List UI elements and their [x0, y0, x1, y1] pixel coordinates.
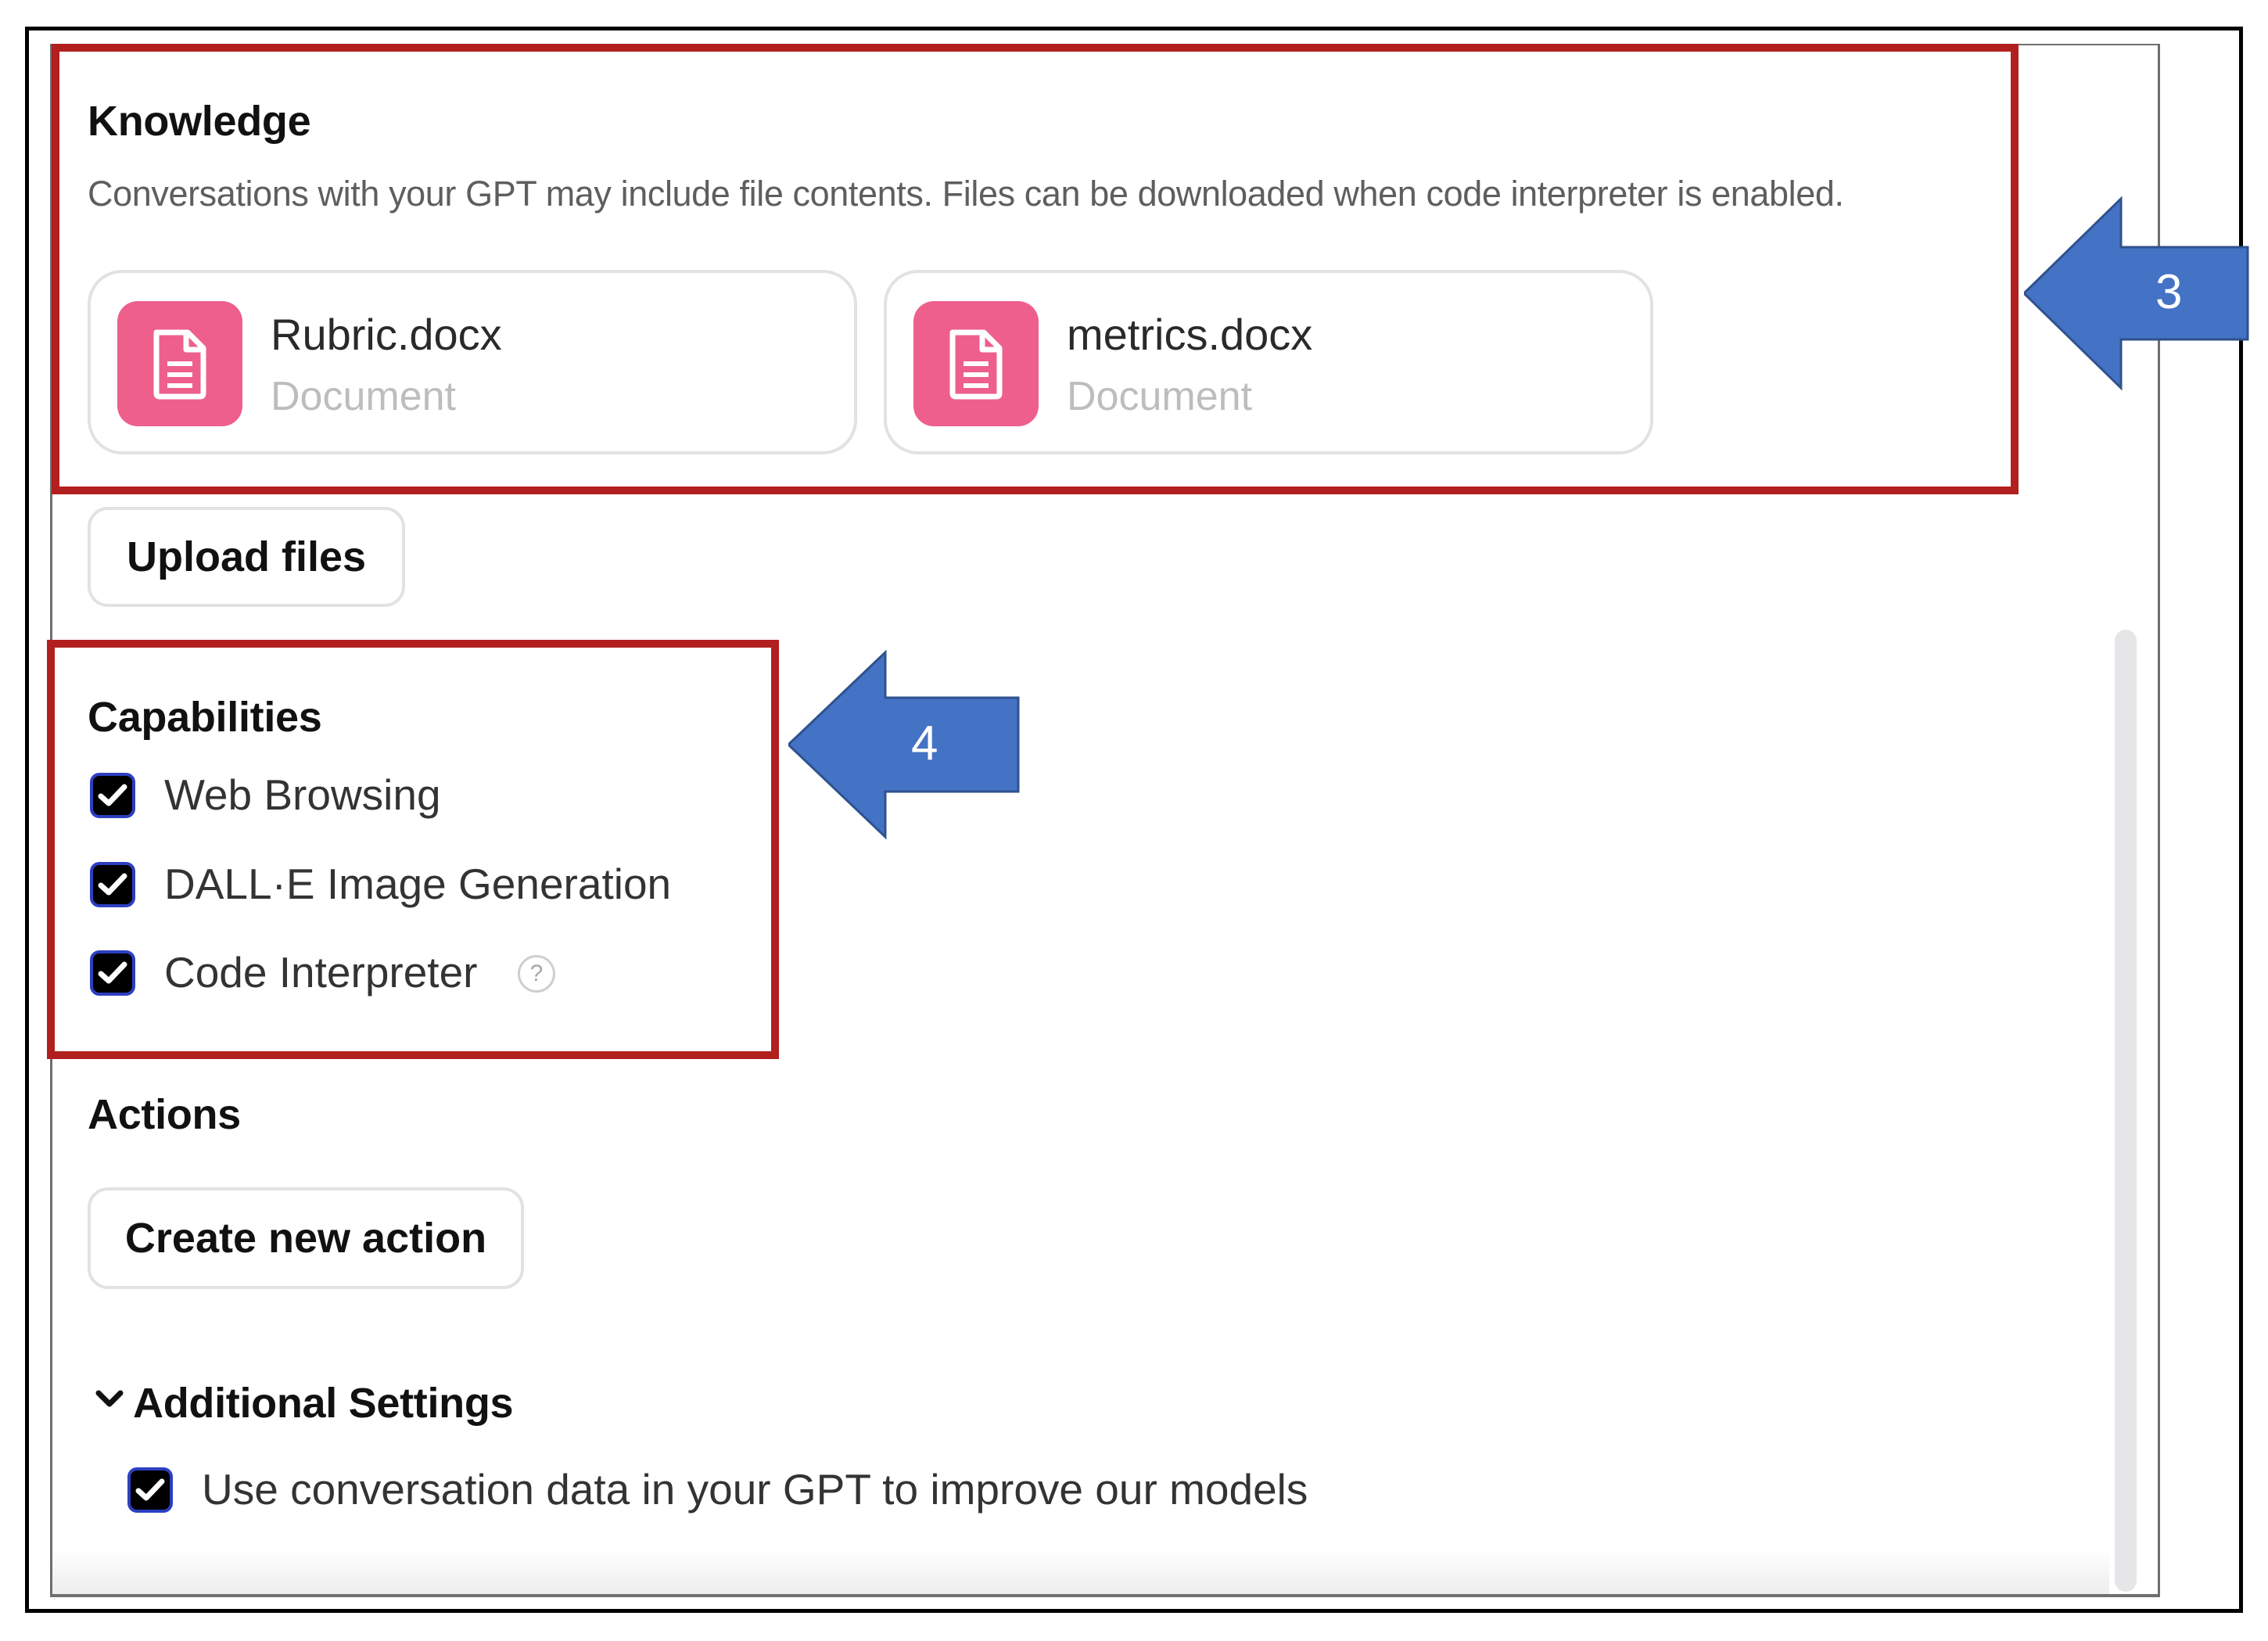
callout-number: 3: [2155, 265, 2183, 319]
chevron-down-icon: [94, 1387, 125, 1414]
callout-arrow-3: 3: [2022, 196, 2251, 391]
highlight-box-knowledge: [52, 44, 2019, 494]
callout-number: 4: [911, 716, 938, 770]
callout-arrow-4: 4: [786, 649, 1023, 841]
upload-files-button[interactable]: Upload files: [88, 507, 405, 607]
scrollbar[interactable]: [2115, 630, 2137, 1592]
setting-improve-models[interactable]: Use conversation data in your GPT to imp…: [127, 1465, 1308, 1514]
additional-settings-heading: Additional Settings: [133, 1380, 514, 1427]
highlight-box-capabilities: [47, 640, 779, 1059]
create-new-action-button[interactable]: Create new action: [88, 1187, 524, 1289]
checkbox-checked[interactable]: [127, 1467, 173, 1513]
bottom-fade: [52, 1549, 2109, 1594]
setting-label: Use conversation data in your GPT to imp…: [202, 1465, 1308, 1514]
actions-heading: Actions: [88, 1091, 241, 1138]
